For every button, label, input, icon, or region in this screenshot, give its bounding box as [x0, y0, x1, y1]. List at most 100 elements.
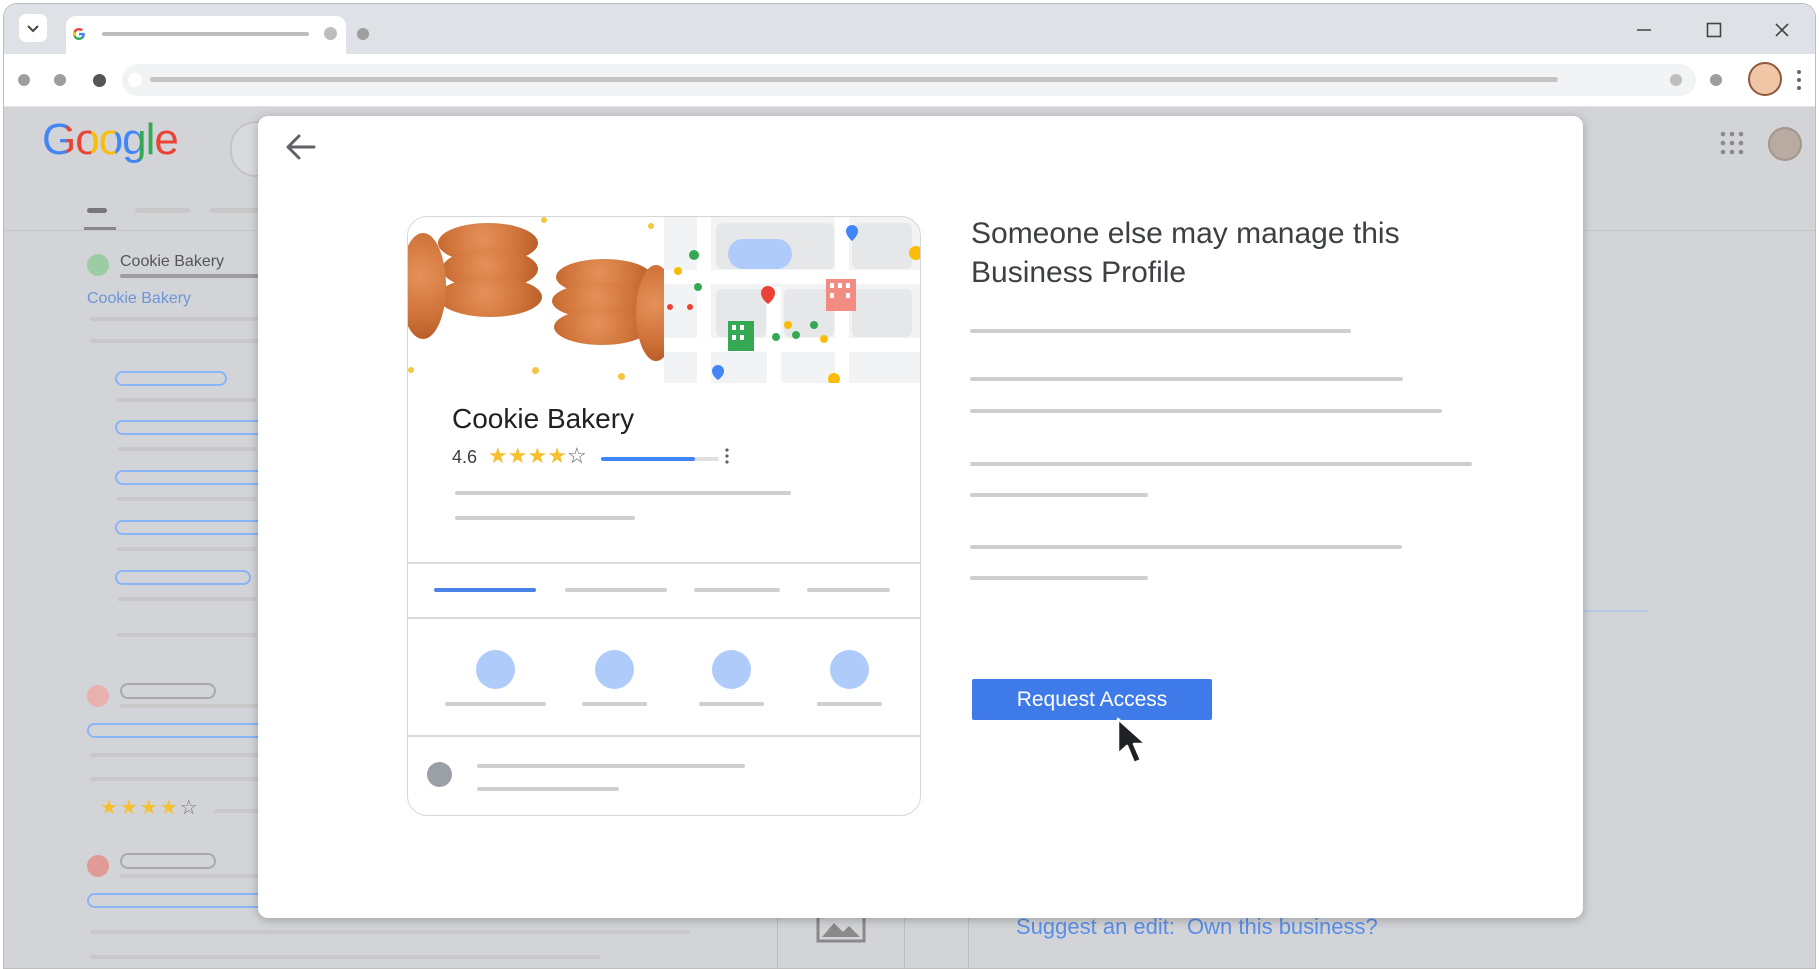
tab-close-icon[interactable]: [324, 27, 337, 40]
sprinkle: [618, 373, 625, 380]
sitelink-chip[interactable]: [115, 420, 269, 435]
browser-menu-icon[interactable]: [1795, 68, 1803, 92]
sitelink-chip[interactable]: [115, 570, 251, 585]
bookmark-icon[interactable]: [1670, 74, 1682, 86]
mouse-cursor-icon: [1116, 717, 1148, 765]
card-tab[interactable]: [807, 588, 890, 592]
search-tab-active[interactable]: [87, 208, 107, 213]
request-access-dialog: Cookie Bakery 4.6 ★★★★☆ Someone else may…: [258, 116, 1583, 918]
new-tab-icon[interactable]: [357, 28, 369, 40]
extension-icon[interactable]: [1710, 74, 1722, 86]
info-row-line: [477, 764, 745, 768]
rating-stars: ★★★★☆: [488, 445, 587, 468]
card-tab-active[interactable]: [434, 588, 536, 592]
profile-avatar[interactable]: [1748, 62, 1782, 96]
sitelink-chip[interactable]: [115, 520, 269, 535]
sprinkle: [541, 217, 547, 223]
dialog-text-line: [970, 493, 1148, 497]
sprinkle: [532, 367, 539, 374]
result-url-bar: [120, 704, 260, 708]
dialog-text-line: [970, 377, 1403, 381]
business-info-line: [455, 491, 791, 495]
tab-search-button[interactable]: [19, 14, 47, 42]
action-button[interactable]: [830, 650, 869, 689]
info-row-icon: [427, 762, 452, 787]
star-empty-icon: ☆: [566, 443, 587, 468]
result-snippet: [90, 930, 690, 934]
search-tab[interactable]: [210, 208, 265, 213]
browser-tab-active[interactable]: [66, 16, 346, 54]
url-placeholder: [150, 77, 1558, 82]
tab-title-placeholder: [102, 32, 309, 36]
star-filled-icon: ★: [488, 443, 508, 468]
result-snippet: [90, 753, 260, 757]
forward-nav-icon[interactable]: [54, 74, 66, 86]
business-profile-card: Cookie Bakery 4.6 ★★★★☆: [407, 216, 921, 816]
reload-icon[interactable]: [93, 74, 106, 87]
result-site-name: Cookie Bakery: [120, 253, 225, 270]
sitelink-snippet: [117, 547, 257, 551]
browser-window: Google Cookie Bakery Cookie Bakery ★★★★☆…: [3, 3, 1816, 969]
address-bar[interactable]: [122, 64, 1696, 96]
business-name: Cookie Bakery: [452, 403, 635, 434]
account-avatar[interactable]: [1768, 127, 1802, 161]
rating-bar: [214, 809, 264, 813]
more-vert-icon[interactable]: [724, 447, 730, 465]
dialog-heading-line-2: Business Profile: [971, 256, 1187, 289]
business-rating: 4.6: [452, 447, 478, 467]
back-nav-icon[interactable]: [18, 74, 30, 86]
minimize-icon[interactable]: [1634, 20, 1654, 40]
card-divider: [408, 617, 920, 619]
business-info-line: [455, 516, 635, 520]
result-rating-stars: ★★★★☆: [100, 797, 200, 819]
action-label: [699, 702, 764, 706]
google-logo[interactable]: Google: [42, 115, 179, 165]
action-button[interactable]: [476, 650, 515, 689]
request-access-button[interactable]: Request Access: [972, 679, 1212, 720]
card-divider: [408, 735, 920, 737]
sitelink-chip[interactable]: [115, 470, 269, 485]
action-button[interactable]: [712, 650, 751, 689]
search-tab[interactable]: [135, 208, 190, 213]
dialog-heading: Someone else may manage this Business Pr…: [971, 214, 1491, 292]
google-logo-text: Google: [42, 115, 179, 164]
arrow-left-icon[interactable]: [282, 128, 320, 166]
result-more: [117, 633, 257, 637]
dialog-text-line: [970, 329, 1351, 333]
star-filled-icon: ★: [527, 443, 548, 468]
close-icon[interactable]: [1772, 20, 1792, 40]
sitelink-snippet: [117, 497, 257, 501]
dialog-text-line: [970, 409, 1442, 413]
result-snippet: [90, 955, 600, 959]
card-tab[interactable]: [565, 588, 667, 592]
info-row-line: [477, 787, 619, 791]
browser-toolbar: [4, 54, 1815, 107]
action-label: [445, 702, 546, 706]
site-info-icon[interactable]: [128, 73, 142, 87]
sitelink-snippet: [117, 597, 257, 601]
result-site-chip: [120, 853, 216, 869]
tab-strip: [4, 4, 1815, 54]
sitelink-snippet: [117, 447, 257, 451]
sitelink-chip[interactable]: [115, 371, 227, 386]
dialog-heading-line-1: Someone else may manage this: [971, 217, 1400, 250]
apps-grid-icon[interactable]: [1719, 130, 1745, 156]
maximize-icon[interactable]: [1704, 20, 1724, 40]
result-snippet: [90, 339, 260, 343]
dialog-text-line: [970, 462, 1472, 466]
result-snippet: [90, 777, 260, 781]
dialog-text-line: [970, 545, 1402, 549]
result-favicon: [87, 685, 109, 707]
result-title-link[interactable]: Cookie Bakery: [87, 290, 191, 308]
result-snippet: [90, 317, 260, 321]
result-favicon: [87, 855, 109, 877]
map-illustration: [664, 217, 920, 383]
cookie-illustration: [408, 217, 664, 383]
card-tab[interactable]: [694, 588, 780, 592]
action-button[interactable]: [595, 650, 634, 689]
result-url-bar: [120, 874, 260, 878]
star-filled-icon: ★: [507, 443, 528, 468]
star-filled-icon: ★: [547, 443, 567, 468]
result-site-chip: [120, 683, 216, 699]
sprinkle: [648, 223, 654, 229]
